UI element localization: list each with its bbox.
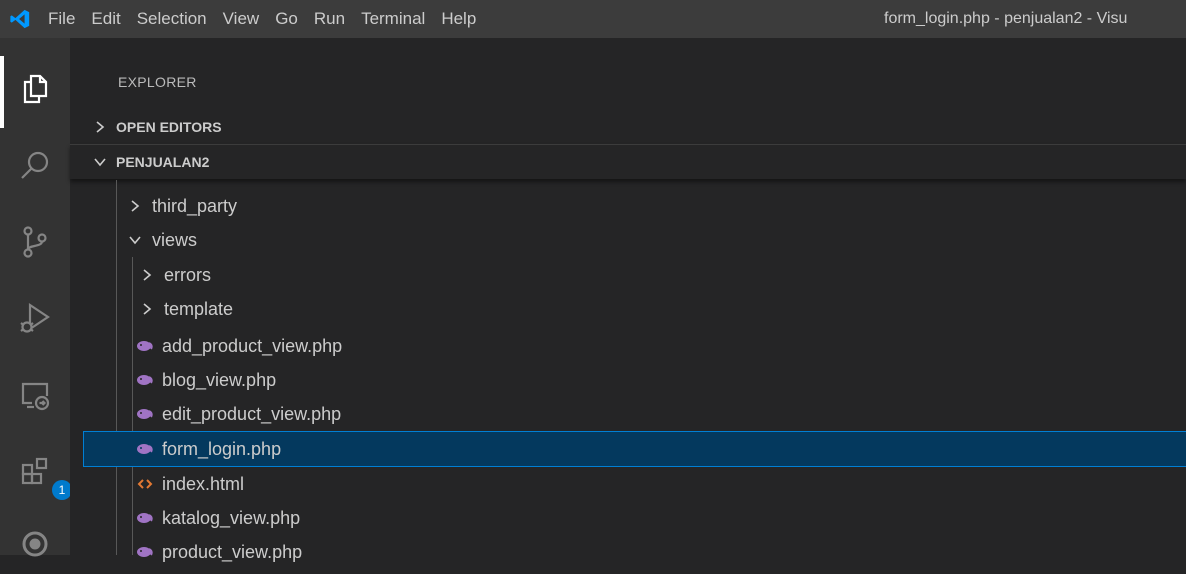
chevron-right-icon xyxy=(124,199,146,213)
activity-bar: 1 xyxy=(0,38,72,557)
project-section[interactable]: PENJUALAN2 xyxy=(70,144,1186,179)
account-icon[interactable] xyxy=(0,514,70,574)
tree-label: add_product_view.php xyxy=(162,335,343,356)
php-file-icon xyxy=(134,511,156,525)
tree-file-katalog-view[interactable]: katalog_view.php xyxy=(70,501,1186,535)
menu-selection[interactable]: Selection xyxy=(129,0,215,38)
menu-file[interactable]: File xyxy=(40,0,83,38)
menu-run[interactable]: Run xyxy=(306,0,353,38)
extensions-badge: 1 xyxy=(52,480,72,500)
open-editors-section[interactable]: OPEN EDITORS xyxy=(70,110,1186,144)
php-file-icon xyxy=(134,442,156,456)
php-file-icon xyxy=(134,373,156,387)
tree-folder-errors[interactable]: errors xyxy=(70,258,1186,292)
tree-file-blog-view[interactable]: blog_view.php xyxy=(70,363,1186,397)
vscode-logo-icon xyxy=(0,0,40,38)
tree-label: template xyxy=(164,298,234,319)
tree-label: errors xyxy=(164,264,212,285)
tree-label: product_view.php xyxy=(162,541,303,562)
tree-label: edit_product_view.php xyxy=(162,403,342,424)
chevron-right-icon xyxy=(86,120,114,134)
menu-view[interactable]: View xyxy=(215,0,268,38)
tree-folder-template[interactable]: template xyxy=(70,292,1186,326)
menu-terminal[interactable]: Terminal xyxy=(353,0,433,38)
tree-label: views xyxy=(152,229,198,250)
menu-help[interactable]: Help xyxy=(433,0,484,38)
chevron-down-icon xyxy=(86,156,114,168)
html-file-icon xyxy=(134,477,156,491)
php-file-icon xyxy=(134,339,156,353)
run-debug-icon[interactable] xyxy=(0,288,70,348)
tree-label: index.html xyxy=(162,473,245,494)
php-file-icon xyxy=(134,407,156,421)
tree-label: third_party xyxy=(152,195,238,216)
tree-file-product-view[interactable]: product_view.php xyxy=(70,535,1186,569)
explorer-sidebar: EXPLORER OPEN EDITORS PENJUALAN2 third_p… xyxy=(70,38,1186,562)
tree-label: blog_view.php xyxy=(162,369,277,390)
project-label: PENJUALAN2 xyxy=(116,154,210,170)
tree-file-form-login[interactable]: form_login.php xyxy=(83,431,1186,467)
source-control-icon[interactable] xyxy=(0,212,70,272)
tree-folder-third-party[interactable]: third_party xyxy=(70,189,1186,223)
chevron-right-icon xyxy=(136,268,158,282)
tree-folder-views[interactable]: views xyxy=(70,223,1186,257)
menu-edit[interactable]: Edit xyxy=(83,0,128,38)
explorer-title: EXPLORER xyxy=(118,74,197,90)
chevron-down-icon xyxy=(124,234,146,246)
tree-label: form_login.php xyxy=(162,438,282,459)
tree-file-edit-product-view[interactable]: edit_product_view.php xyxy=(70,397,1186,431)
chevron-right-icon xyxy=(136,302,158,316)
php-file-icon xyxy=(134,545,156,559)
open-editors-label: OPEN EDITORS xyxy=(116,119,222,135)
tree-file-add-product-view[interactable]: add_product_view.php xyxy=(70,329,1186,363)
tree-label: katalog_view.php xyxy=(162,507,301,528)
tree-file-index-html[interactable]: index.html xyxy=(70,467,1186,501)
remote-explorer-icon[interactable] xyxy=(0,365,70,425)
files-icon[interactable] xyxy=(0,58,70,118)
window-title: form_login.php - penjualan2 - Visu xyxy=(884,10,1128,27)
search-icon[interactable] xyxy=(0,136,70,196)
title-bar: File Edit Selection View Go Run Terminal… xyxy=(0,0,1186,38)
menu-go[interactable]: Go xyxy=(267,0,306,38)
